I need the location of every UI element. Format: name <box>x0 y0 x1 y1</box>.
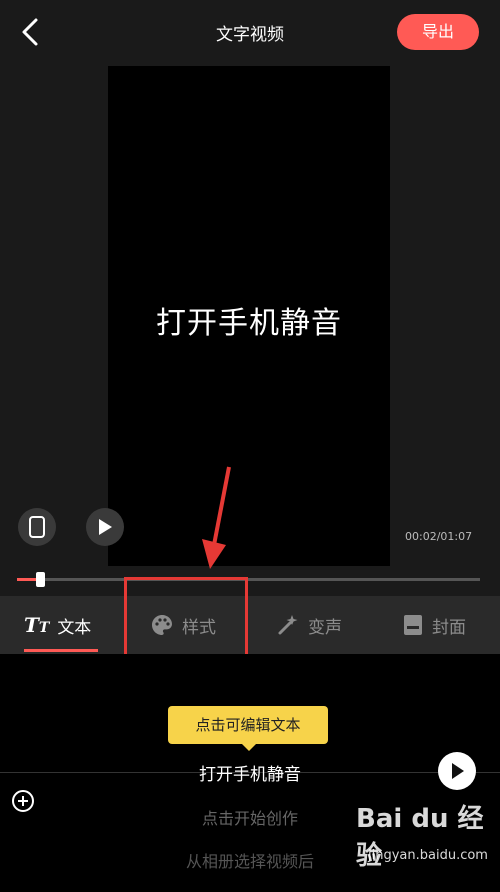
editor-play-button[interactable] <box>438 752 476 790</box>
highlight-box <box>124 577 248 659</box>
tab-label: 文本 <box>57 617 92 638</box>
cover-icon <box>404 615 422 635</box>
preview-text: 打开手机静音 <box>156 306 342 341</box>
tooltip-pointer <box>242 744 256 751</box>
tab-label: 封面 <box>432 617 466 638</box>
annotation-arrow <box>196 465 236 575</box>
magic-wand-icon <box>278 615 298 635</box>
edit-tooltip: 点击可编辑文本 <box>168 706 328 744</box>
preview-play-button[interactable] <box>86 508 124 546</box>
phone-icon <box>29 516 45 538</box>
text-icon: TT <box>24 613 50 637</box>
playback-time: 00:02/01:07 <box>405 530 473 543</box>
arrow-down-icon <box>202 466 231 569</box>
seek-thumb[interactable] <box>36 572 45 587</box>
tab-text[interactable]: TT 文本 <box>24 596 91 654</box>
current-text-line[interactable]: 打开手机静音 <box>0 760 500 785</box>
play-icon <box>99 519 112 535</box>
aspect-ratio-button[interactable] <box>18 508 56 546</box>
tab-cover[interactable]: 封面 <box>402 596 466 654</box>
seek-bar[interactable] <box>17 578 480 581</box>
tab-voice-change[interactable]: 变声 <box>276 596 342 654</box>
watermark: Bai du 经验 jingyan.baidu.com <box>356 798 496 888</box>
export-button[interactable]: 导出 <box>397 14 479 50</box>
watermark-url: jingyan.baidu.com <box>368 848 488 863</box>
active-tab-indicator <box>24 649 98 652</box>
tab-label: 变声 <box>308 617 342 638</box>
play-icon <box>452 763 464 779</box>
video-preview[interactable]: 打开手机静音 <box>108 66 390 566</box>
